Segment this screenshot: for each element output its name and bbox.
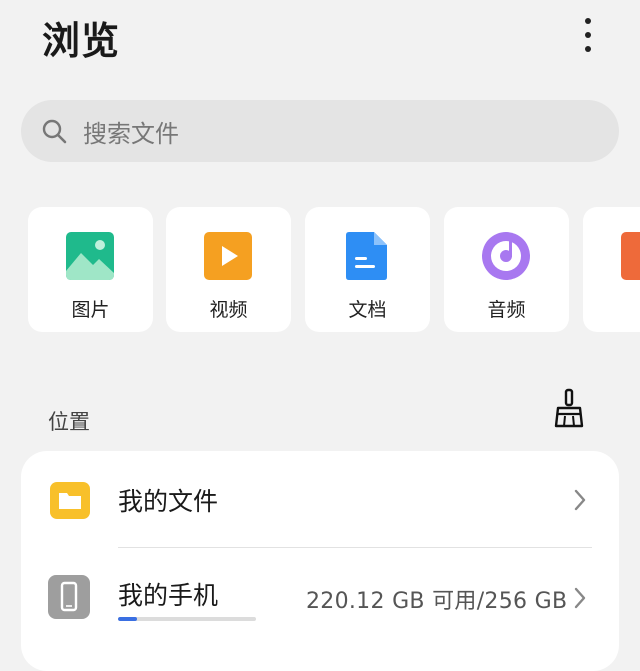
document-icon bbox=[346, 232, 387, 280]
category-card-documents[interactable]: 文档 bbox=[305, 207, 430, 332]
search-bar[interactable]: 搜索文件 bbox=[21, 100, 619, 162]
storage-progress-bar bbox=[118, 617, 256, 621]
locations-heading: 位置 bbox=[48, 410, 90, 434]
menu-dot bbox=[585, 18, 591, 24]
row-divider bbox=[118, 547, 592, 548]
menu-dot bbox=[585, 46, 591, 52]
category-label: 音频 bbox=[487, 299, 526, 321]
category-card-images[interactable]: 图片 bbox=[28, 207, 153, 332]
search-placeholder: 搜索文件 bbox=[83, 120, 179, 148]
chevron-right-icon[interactable] bbox=[573, 587, 587, 609]
storage-usage-text: 220.12 GB 可用/256 GB bbox=[306, 589, 568, 614]
page-title: 浏览 bbox=[42, 19, 121, 63]
storage-progress-fill bbox=[118, 617, 138, 621]
broom-icon[interactable] bbox=[552, 388, 588, 428]
chevron-right-icon[interactable] bbox=[573, 489, 587, 511]
more-options-button[interactable] bbox=[572, 14, 604, 56]
menu-dot bbox=[585, 32, 591, 38]
category-label: 文档 bbox=[348, 299, 387, 321]
category-card-audio[interactable]: 音频 bbox=[444, 207, 569, 332]
folder-icon bbox=[50, 482, 90, 519]
category-row: 图片 视频 文档 音频 bbox=[0, 207, 640, 334]
my-files-label[interactable]: 我的文件 bbox=[118, 482, 218, 518]
image-icon bbox=[66, 232, 114, 280]
my-phone-label[interactable]: 我的手机 bbox=[118, 576, 218, 612]
video-icon bbox=[204, 232, 252, 280]
category-card-videos[interactable]: 视频 bbox=[166, 207, 291, 332]
locations-panel bbox=[21, 451, 619, 671]
category-label: 图片 bbox=[71, 299, 110, 321]
audio-icon bbox=[482, 232, 530, 280]
search-icon bbox=[42, 119, 67, 144]
phone-icon bbox=[48, 575, 90, 619]
category-label: 视频 bbox=[209, 299, 248, 321]
category-card-partial[interactable] bbox=[583, 207, 640, 332]
partial-card-icon bbox=[621, 232, 640, 280]
